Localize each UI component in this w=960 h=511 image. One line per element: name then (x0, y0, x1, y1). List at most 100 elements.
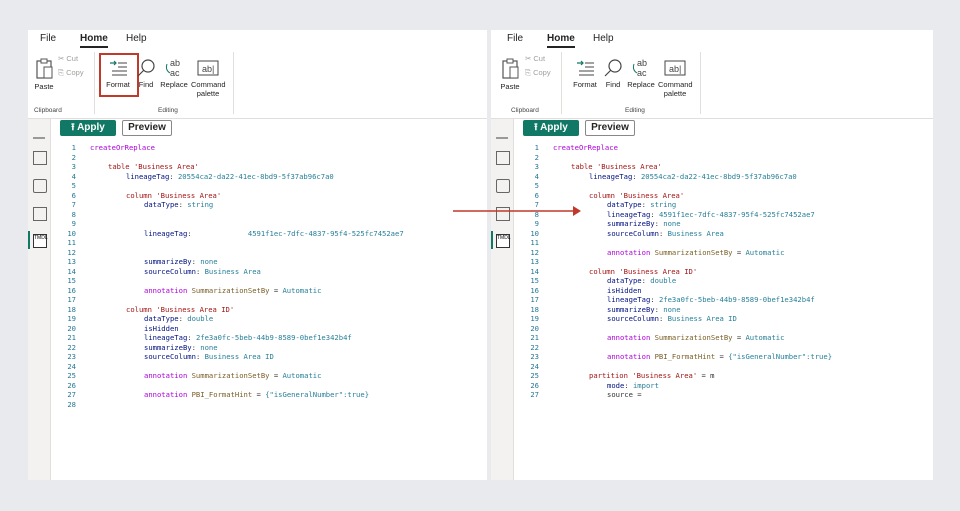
line-number: 7 (71, 200, 76, 209)
view-rail: TMDL (491, 119, 514, 480)
table-view-icon[interactable] (496, 151, 510, 165)
model-view-icon[interactable] (496, 179, 510, 193)
menu-help[interactable]: Help (593, 33, 614, 44)
copy-button[interactable]: ⎘ Copy (525, 68, 551, 78)
svg-text:ab: ab (637, 58, 647, 68)
line-number: 11 (530, 238, 539, 247)
arrow-icon (453, 206, 581, 216)
code-line: dataType: string (144, 200, 214, 209)
apply-button[interactable]: ⭱ Apply (60, 120, 116, 136)
active-view-indicator (491, 231, 493, 249)
line-number: 25 (530, 371, 539, 380)
code-line: lineageTag: 2fe3a0fc-5beb-44b9-8589-0bef… (144, 333, 352, 342)
menu-bar: File Home Help (491, 30, 933, 48)
code-line: isHidden (144, 323, 179, 333)
code-line: summarizeBy: none (607, 219, 681, 228)
replace-icon: abac (165, 58, 180, 78)
line-number: 3 (534, 162, 539, 171)
paste-button[interactable]: Paste (499, 58, 521, 91)
editing-group-label: Editing (158, 107, 178, 114)
line-number: 19 (530, 314, 539, 323)
line-number: 21 (67, 333, 76, 342)
menu-home[interactable]: Home (80, 33, 108, 48)
preview-button[interactable]: Preview (585, 120, 635, 136)
code-line: annotation SummarizationSetBy = Automati… (144, 285, 322, 295)
replace-button[interactable]: ab ac Replace (626, 58, 656, 89)
paste-button[interactable]: Paste (33, 58, 55, 91)
line-number: 26 (67, 380, 76, 390)
line-number: 25 (67, 371, 76, 380)
paste-icon (36, 58, 53, 79)
command-palette-icon: ab| (197, 60, 219, 76)
code-line: sourceColumn: Business Area (144, 266, 261, 276)
report-view-icon[interactable] (33, 125, 45, 139)
line-number: 21 (530, 333, 539, 342)
line-number: 18 (67, 304, 76, 314)
code-line: partition 'Business Area' = m (589, 371, 715, 380)
command-palette-button[interactable]: ab| Command palette (191, 58, 226, 98)
line-number: 5 (534, 181, 539, 190)
line-number: 12 (67, 247, 76, 257)
line-number: 17 (67, 295, 76, 304)
svg-text:ac: ac (637, 68, 647, 78)
code-line: createOrReplace (90, 143, 155, 152)
code-editor[interactable]: 1 createOrReplace 2 3 table 'Business Area' 4… (513, 143, 933, 480)
menu-help[interactable]: Help (126, 33, 147, 44)
separator (561, 52, 562, 114)
view-rail: TMDL (28, 119, 51, 480)
menu-file[interactable]: File (40, 33, 56, 44)
code-line: lineageTag: 20554ca2-da22-41ec-8bd9-5f37… (589, 171, 797, 181)
line-number: 14 (530, 266, 539, 276)
format-button[interactable]: Format (571, 58, 599, 89)
dax-query-view-icon[interactable] (33, 207, 47, 221)
code-line: sourceColumn: Business Area ID (144, 352, 274, 361)
line-number: 17 (530, 295, 539, 304)
code-line: isHidden (607, 285, 642, 295)
report-view-icon[interactable] (496, 125, 508, 139)
command-palette-button[interactable]: ab| Command palette (658, 58, 693, 98)
tmdl-view-icon[interactable]: TMDL (496, 234, 511, 248)
line-number: 11 (67, 238, 76, 247)
separator (94, 52, 95, 114)
line-number: 16 (67, 285, 76, 295)
code-line: table 'Business Area' (571, 162, 662, 171)
model-view-icon[interactable] (33, 179, 47, 193)
line-number: 13 (67, 257, 76, 266)
separator (700, 52, 701, 114)
menu-file[interactable]: File (507, 33, 523, 44)
copy-button[interactable]: ⎘ Copy (58, 68, 84, 78)
line-number: 4 (71, 171, 76, 181)
ribbon: Paste ✂ Cut ⎘ Copy Clipboard Format Find… (491, 48, 933, 119)
code-line: lineageTag: 4591f1ec-7dfc-4837-95f4-525f… (144, 228, 404, 238)
editor-panel-after: File Home Help Paste ✂ Cut ⎘ Copy Clipbo… (491, 30, 933, 480)
code-line: dataType: double (144, 314, 214, 323)
line-number: 26 (530, 380, 539, 390)
replace-button[interactable]: ab ac Replace (159, 58, 189, 89)
line-number: 6 (71, 190, 76, 200)
line-number: 13 (530, 257, 539, 266)
line-number: 2 (534, 152, 539, 162)
cut-button[interactable]: ✂ Cut (525, 54, 545, 63)
preview-button[interactable]: Preview (122, 120, 172, 136)
line-number: 1 (534, 143, 539, 152)
search-icon (137, 59, 155, 77)
code-line: createOrReplace (553, 143, 618, 152)
apply-button[interactable]: ⭱ Apply (523, 120, 579, 136)
menu-home[interactable]: Home (547, 33, 575, 48)
find-button[interactable]: Find (136, 58, 156, 89)
clipboard-group-label: Clipboard (511, 107, 539, 114)
table-view-icon[interactable] (33, 151, 47, 165)
cut-button[interactable]: ✂ Cut (58, 54, 78, 63)
code-line: annotation SummarizationSetBy = Automati… (607, 247, 785, 257)
code-line: summarizeBy: none (607, 304, 681, 314)
code-line: column 'Business Area' (126, 190, 222, 200)
line-number: 27 (67, 390, 76, 399)
find-button[interactable]: Find (603, 58, 623, 89)
code-editor[interactable]: 1 createOrReplace 2 3 table 'Business Area' 4… (50, 143, 487, 480)
line-number: 15 (530, 276, 539, 285)
line-number: 24 (67, 361, 76, 371)
tmdl-view-icon[interactable]: TMDL (33, 234, 48, 248)
line-number: 20 (67, 323, 76, 333)
line-number: 6 (534, 190, 539, 200)
svg-text:ab|: ab| (202, 64, 214, 74)
